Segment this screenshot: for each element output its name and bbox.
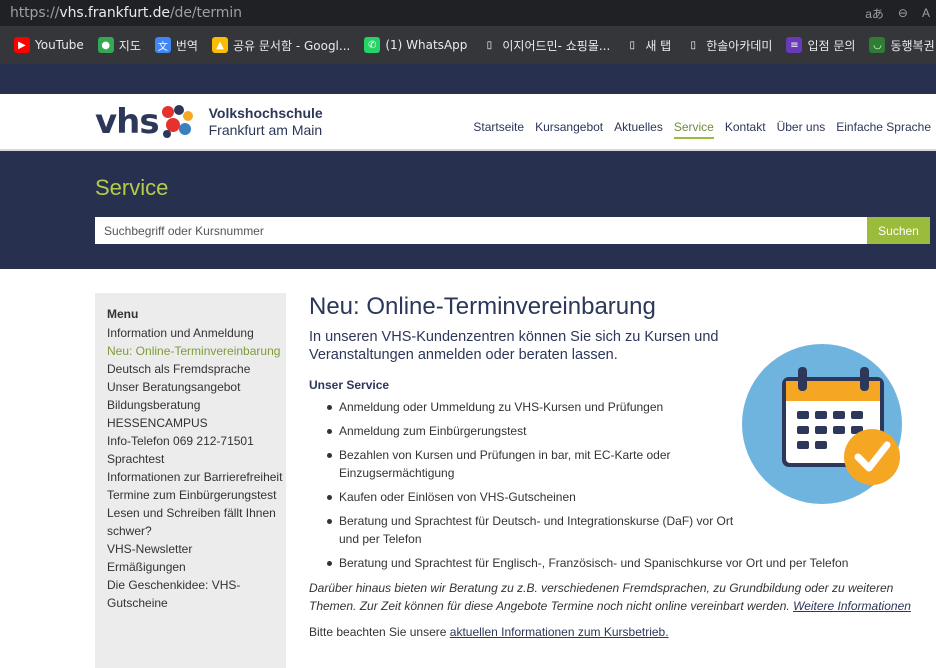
bookmark-label: 이지어드민- 쇼핑몰... [502,38,611,53]
sidebar-menu: Menu Information und Anmeldung Neu: Onlin… [95,293,286,668]
top-strip [0,64,936,94]
nav-item-startseite[interactable]: Startseite [473,120,524,139]
bookmark-label: 공유 문서함 - Googl... [232,38,351,53]
youtube-icon: ▶ [14,37,30,53]
main-nav: Startseite Kursangebot Aktuelles Service Kon… [473,120,931,139]
page-title: Neu: Online-Terminvereinbarung [309,293,656,320]
forms-icon: ≡ [786,37,803,53]
bookmark-item[interactable]: ✆ (1) WhatsApp [364,37,467,53]
bookmark-label: 지도 [118,38,141,53]
bookmark-label: 새 탭 [645,38,672,53]
course-info-link[interactable]: aktuellen Informationen zum Kursbetrieb. [450,625,669,639]
sidebar-item[interactable]: Termine zum Einbürgerungstest [107,486,286,504]
bookmark-label: 입점 문의 [807,38,856,53]
sidebar-item[interactable]: VHS-Newsletter [107,540,286,558]
maps-icon: ● [97,37,114,53]
nav-item--ber-uns[interactable]: Über uns [777,120,826,139]
more-info-link[interactable]: Weitere Informationen [793,599,911,613]
sidebar-item[interactable]: Info-Telefon 069 212-71501 [107,432,286,450]
hero-section: Service Suchen [0,151,936,269]
bookmark-label: YouTube [35,38,84,52]
nav-item-kursangebot[interactable]: Kursangebot [535,120,603,139]
sidebar-item[interactable]: Ermäßigungen [107,558,286,576]
nav-item-aktuelles[interactable]: Aktuelles [614,120,663,139]
page-icon: ▯ [624,37,641,53]
nav-item-kontakt[interactable]: Kontakt [725,120,766,139]
sidebar-title: Menu [107,307,139,321]
hero-title: Service [95,175,169,200]
bookmark-item[interactable]: ● 지도 [97,37,141,54]
nav-item-service[interactable]: Service [673,120,714,139]
vhs-logo[interactable]: vhs Volkshochschule Frankfurt am Main [95,102,323,142]
zoom-icon[interactable]: ⊖ [898,6,908,20]
service-list-item: Anmeldung oder Ummeldung zu VHS-Kursen u… [309,398,744,416]
sidebar-item[interactable]: Information und Anmeldung [107,324,286,342]
translate-icon: 文 [154,37,171,53]
sidebar-item[interactable]: Sprachtest [107,450,286,468]
service-list-item: Beratung und Sprachtest für Deutsch- und… [309,512,744,548]
note-text: Darüber hinaus bieten wir Beratung zu z.… [309,581,911,613]
sidebar-item[interactable]: Lesen und Schreiben fällt Ihnen schwer? [107,504,286,540]
drive-icon: ▲ [211,37,228,53]
service-list-item: Beratung und Sprachtest für Englisch-, F… [309,554,934,572]
nav-item-einfache-sprache[interactable]: Einfache Sprache [836,120,931,139]
sidebar-item[interactable]: Bildungsberatung [107,396,286,414]
bookmark-item[interactable]: ▯ 이지어드민- 쇼핑몰... [481,37,610,54]
url-text[interactable]: https://vhs.frankfurt.de/de/termin [10,5,242,21]
sidebar-item[interactable]: Deutsch als Fremdsprache [107,360,286,378]
logo-wordmark: vhs [95,102,160,142]
reader-mode-icon[interactable]: aあ [865,5,884,22]
site-header: vhs Volkshochschule Frankfurt am Main St… [0,94,936,151]
service-list-item: Kaufen oder Einlösen von VHS-Gutscheinen [309,488,744,506]
lead-text: In unseren VHS-Kundenzentren können Sie … [309,329,719,363]
page-icon: ▯ [481,37,498,53]
lotto-icon: ◡ [869,37,886,53]
info-text: Bitte beachten Sie unsere aktuellen Info… [309,625,669,639]
service-list-item: Anmeldung zum Einbürgerungstest [309,422,744,440]
bookmark-label: 번역 [175,38,198,53]
bookmark-item[interactable]: 文 번역 [154,37,198,54]
sidebar-item[interactable]: Neu: Online-Terminvereinbarung [107,342,286,360]
sidebar-item[interactable]: Unser Beratungsangebot [107,378,286,396]
bookmarks-bar: ▶ YouTube ● 지도 文 번역 ▲ 공유 문서함 - Googl... ✆ (1) Wha… [0,26,936,64]
sidebar-item[interactable]: Die Geschenkidee: VHS-Gutscheine [107,576,286,612]
logo-dots-icon [161,105,193,138]
sidebar-item[interactable]: HESSENCAMPUS [107,414,286,432]
browser-address-bar[interactable]: https://vhs.frankfurt.de/de/termin aあ ⊖ … [0,0,936,26]
org-name-line2: Frankfurt am Main [208,122,323,138]
bookmark-item[interactable]: ▯ 한솔아카데미 [685,37,772,54]
search-input[interactable] [95,217,867,244]
bookmark-label: 한솔아카데미 [706,38,773,53]
search-button[interactable]: Suchen [867,217,930,244]
bookmark-item[interactable]: ▲ 공유 문서함 - Googl... [211,37,351,54]
whatsapp-icon: ✆ [364,37,381,53]
font-icon[interactable]: A [922,6,930,20]
bookmark-item[interactable]: ▶ YouTube [14,37,84,53]
org-name-line1: Volkshochschule [208,105,323,121]
bookmark-item[interactable]: ≡ 입점 문의 [786,37,855,54]
sidebar-item[interactable]: Informationen zur Barrierefreiheit [107,468,286,486]
page-icon: ▯ [685,37,702,53]
bookmark-item[interactable]: ◡ 동행복권 [869,37,935,54]
bookmark-item[interactable]: ▯ 새 탭 [624,37,671,54]
calendar-check-icon [742,344,902,504]
bookmark-label: 동행복권 [890,38,935,53]
bookmark-label: (1) WhatsApp [385,38,468,52]
service-list-item: Bezahlen von Kursen und Prüfungen in bar… [309,446,744,482]
